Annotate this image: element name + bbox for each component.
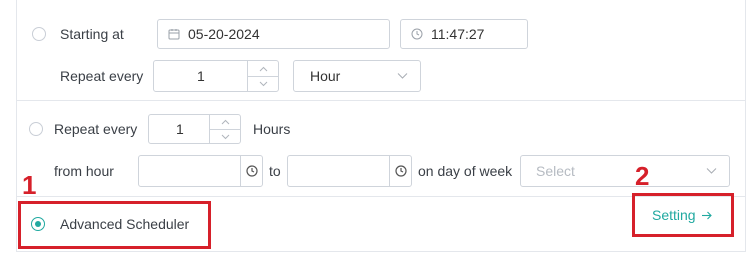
clock-icon[interactable] [389,156,411,186]
from-hour-label: from hour [54,163,114,179]
starting-at-label: Starting at [60,26,124,42]
repeat-value: 1 [197,68,205,84]
radio-repeat-hours[interactable] [29,122,43,136]
repeat-hours-value: 1 [176,121,184,137]
chevron-down-icon[interactable] [210,129,240,143]
day-of-week-placeholder: Select [536,163,575,179]
annotation-box-1 [18,201,211,249]
chevron-up-icon[interactable] [210,115,240,129]
clock-icon [411,28,423,40]
annotation-box-2 [632,193,734,237]
chevron-up-icon[interactable] [248,61,278,76]
section-divider [16,100,746,101]
repeat-every-label: Repeat every [60,68,144,84]
day-of-week-select[interactable]: Select [520,155,730,187]
repeat-unit-value: Hour [310,68,341,84]
start-time-field[interactable]: 11:47:27 [400,19,528,49]
radio-starting-at[interactable] [32,27,46,41]
annotation-number-2: 2 [635,161,650,191]
repeat-hours-stepper[interactable]: 1 [148,114,241,144]
to-label: to [269,163,281,179]
day-of-week-label: on day of week [418,163,513,179]
chevron-down-icon[interactable] [248,76,278,91]
stepper-buttons [247,61,278,91]
start-time-value: 11:47:27 [431,26,485,42]
calendar-icon [168,28,180,40]
chevron-down-icon [706,168,717,175]
to-hour-field[interactable] [287,155,412,187]
chevron-down-icon [397,73,408,80]
from-hour-field[interactable] [138,155,263,187]
start-date-value: 05-20-2024 [188,26,260,42]
hours-label: Hours [253,121,291,137]
clock-icon[interactable] [240,156,262,186]
start-date-field[interactable]: 05-20-2024 [157,19,390,49]
repeat-every-label: Repeat every [54,121,138,137]
annotation-number-1: 1 [22,170,37,200]
repeat-stepper[interactable]: 1 [153,60,279,92]
stepper-buttons [209,115,240,143]
repeat-unit-select[interactable]: Hour [293,60,421,92]
